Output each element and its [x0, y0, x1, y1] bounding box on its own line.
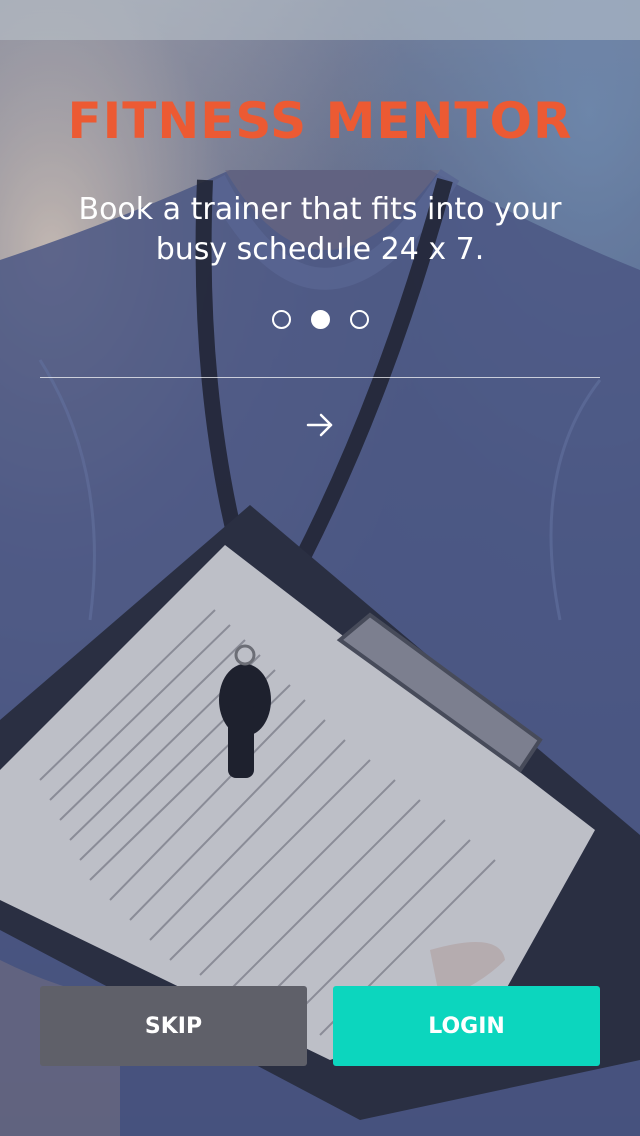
page-dot-active[interactable]: [310, 310, 330, 329]
next-button[interactable]: [300, 405, 340, 445]
skip-button[interactable]: SKIP: [40, 986, 307, 1066]
page-dot[interactable]: [349, 310, 369, 329]
divider: [40, 377, 600, 378]
background-photo: [0, 0, 640, 1136]
arrow-right-icon: [306, 413, 333, 437]
page-indicator: [0, 310, 640, 329]
skip-button-label: SKIP: [144, 1013, 203, 1039]
onboarding-screen: FITNESS MENTOR Book a trainer that fits …: [0, 0, 640, 1136]
status-bar: [0, 0, 640, 40]
app-title: FITNESS MENTOR: [67, 92, 573, 150]
tagline: Book a trainer that fits into your busy …: [78, 192, 562, 267]
page-dot[interactable]: [271, 310, 291, 329]
login-button[interactable]: LOGIN: [333, 986, 600, 1066]
login-button-label: LOGIN: [428, 1013, 505, 1039]
